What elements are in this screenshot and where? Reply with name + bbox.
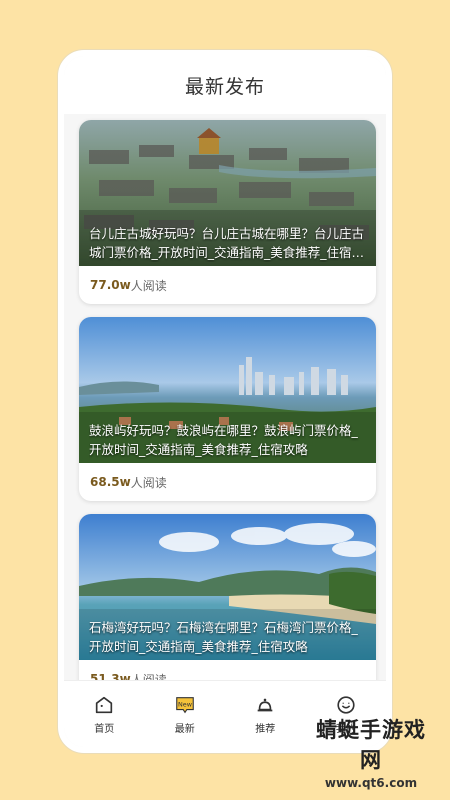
watermark: 蜻蜓手游戏网 www.qt6.com [306,714,436,790]
new-badge-text: New [178,700,192,708]
article-title: 台儿庄古城好玩吗？台儿庄古城在哪里？台儿庄古城门票价格_开放时间_交通指南_美食… [89,226,365,260]
tab-recommend[interactable]: 推荐 [230,694,300,735]
article-feed[interactable]: 台儿庄古城好玩吗？台儿庄古城在哪里？台儿庄古城门票价格_开放时间_交通指南_美食… [64,114,386,698]
tab-label: 首页 [94,723,115,735]
read-count: 68.5w 人阅读 [79,463,376,501]
home-icon [96,696,113,713]
article-image: 石梅湾好玩吗？石梅湾在哪里？石梅湾门票价格_开放时间_交通指南_美食推荐_住宿攻… [79,514,376,660]
new-badge-icon: New [175,696,194,713]
article-card[interactable]: 石梅湾好玩吗？石梅湾在哪里？石梅湾门票价格_开放时间_交通指南_美食推荐_住宿攻… [79,514,376,698]
article-card[interactable]: 鼓浪屿好玩吗？鼓浪屿在哪里？鼓浪屿门票价格_开放时间_交通指南_美食推荐_住宿攻… [79,317,376,501]
read-count: 77.0w 人阅读 [79,266,376,304]
tab-label: 推荐 [255,723,276,735]
tab-home[interactable]: 首页 [69,694,139,735]
tab-latest[interactable]: New 最新 [150,694,220,735]
smiley-icon [337,695,355,714]
article-image: 台儿庄古城好玩吗？台儿庄古城在哪里？台儿庄古城门票价格_开放时间_交通指南_美食… [79,120,376,266]
article-card[interactable]: 台儿庄古城好玩吗？台儿庄古城在哪里？台儿庄古城门票价格_开放时间_交通指南_美食… [79,120,376,304]
read-count-value: 77.0w [90,278,131,292]
article-title: 石梅湾好玩吗？石梅湾在哪里？石梅湾门票价格_开放时间_交通指南_美食推荐_住宿攻… [89,620,358,654]
watermark-name: 蜻蜓手游戏网 [316,718,426,772]
article-title: 鼓浪屿好玩吗？鼓浪屿在哪里？鼓浪屿门票价格_开放时间_交通指南_美食推荐_住宿攻… [89,423,358,457]
page-title: 最新发布 [184,75,265,98]
phone-frame: 最新发布 台儿庄古城好玩吗？台儿庄古城在哪里？台儿庄古城门票价格_开放时间_交通… [58,50,392,753]
article-image: 鼓浪屿好玩吗？鼓浪屿在哪里？鼓浪屿门票价格_开放时间_交通指南_美食推荐_住宿攻… [79,317,376,463]
tab-label: 最新 [174,723,195,735]
watermark-url: www.qt6.com [324,776,418,790]
read-count-suffix: 人阅读 [130,475,167,490]
read-count-suffix: 人阅读 [130,278,167,293]
header: 最新发布 [64,56,386,114]
bell-icon [257,698,273,711]
read-count-value: 68.5w [90,475,131,489]
